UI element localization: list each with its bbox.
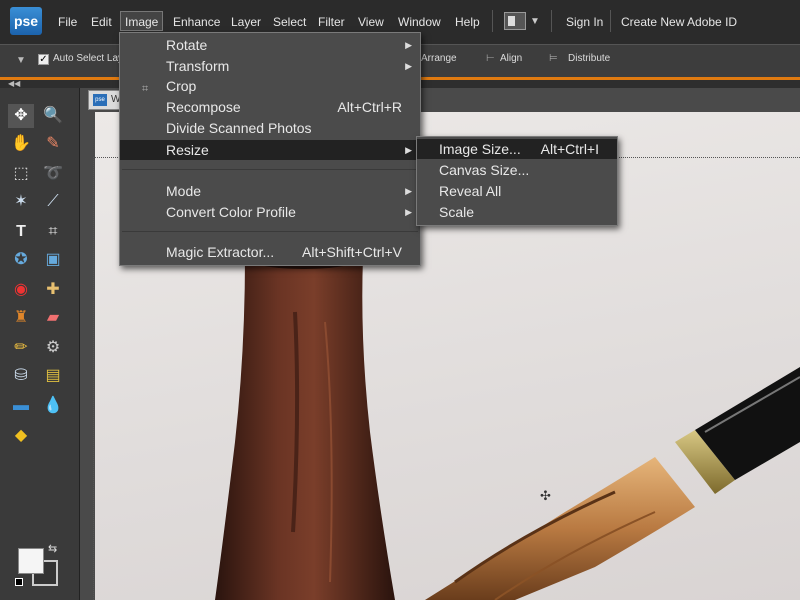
blur-tool-icon[interactable]: 💧	[40, 394, 66, 418]
magic-wand-tool-icon[interactable]: ✶	[8, 190, 34, 214]
menu-item-scale[interactable]: Scale	[417, 202, 617, 222]
resize-submenu: Image Size... Alt+Ctrl+I Canvas Size... …	[416, 136, 618, 226]
distribute-icon: ⊨	[549, 53, 558, 64]
arrange-dropdown[interactable]: Arrange	[421, 53, 457, 64]
submenu-arrow-icon: ▶	[405, 40, 412, 50]
smart-brush-tool-icon[interactable]: ⚙	[40, 336, 66, 360]
auto-select-checkbox[interactable]: ✓	[38, 54, 49, 65]
crop-icon: ⌗	[142, 83, 149, 95]
menu-item-divide-scanned-photos[interactable]: Divide Scanned Photos	[120, 118, 420, 138]
lasso-tool-icon[interactable]: ➰	[40, 162, 66, 186]
submenu-arrow-icon: ▶	[405, 186, 412, 196]
menu-item-recompose[interactable]: Recompose Alt+Ctrl+R	[120, 97, 420, 117]
brush-tool-icon[interactable]: ✏	[8, 336, 34, 360]
type-tool-icon[interactable]: T	[8, 220, 34, 244]
submenu-arrow-icon: ▶	[405, 207, 412, 217]
move-tool-icon[interactable]: ✥	[8, 104, 34, 128]
clone-stamp-tool-icon[interactable]: ♜	[8, 306, 34, 330]
menu-item-label: Transform	[166, 58, 230, 74]
sponge-tool-icon[interactable]: ◆	[8, 424, 34, 448]
menu-item-reveal-all[interactable]: Reveal All	[417, 181, 617, 201]
image-menu: Rotate ▶ Transform ▶ ⌗ Crop Recompose Al…	[119, 32, 421, 266]
menu-item-label: Canvas Size...	[439, 162, 530, 178]
quick-selection-tool-icon[interactable]: ⟋	[40, 190, 66, 214]
chevron-down-icon[interactable]: ▼	[530, 16, 540, 27]
menubar-divider	[551, 10, 552, 32]
menu-item-label: Crop	[166, 78, 197, 94]
menu-item-label: Reveal All	[439, 183, 502, 199]
menu-item-label: Convert Color Profile	[166, 204, 296, 220]
menu-separator	[122, 231, 418, 232]
selection-border-left	[93, 157, 94, 600]
cookie-cutter-tool-icon[interactable]: ✪	[8, 248, 34, 272]
menu-filter[interactable]: Filter	[318, 12, 345, 32]
crosshair-cursor-icon: ✣	[540, 488, 551, 503]
menu-view[interactable]: View	[358, 12, 384, 32]
menu-item-shortcut: Alt+Ctrl+R	[337, 99, 402, 115]
foreground-color-swatch[interactable]	[18, 548, 44, 574]
gradient-tool-icon[interactable]: ▤	[40, 364, 66, 388]
menu-item-label: Resize	[166, 142, 209, 158]
shape-tool-icon[interactable]: ▬	[8, 394, 34, 418]
menu-item-rotate[interactable]: Rotate ▶	[120, 35, 420, 55]
submenu-arrow-icon: ▶	[405, 61, 412, 71]
collapse-panel-icon[interactable]: ◀◀	[8, 79, 20, 88]
menu-item-label: Divide Scanned Photos	[166, 120, 312, 136]
document-icon: pse	[93, 94, 107, 106]
menu-edit[interactable]: Edit	[91, 12, 112, 32]
menu-enhance[interactable]: Enhance	[173, 12, 220, 32]
menu-item-canvas-size[interactable]: Canvas Size...	[417, 160, 617, 180]
layout-icon[interactable]	[504, 12, 526, 30]
create-adobe-id-link[interactable]: Create New Adobe ID	[621, 12, 737, 32]
menu-item-crop[interactable]: ⌗ Crop	[120, 76, 420, 96]
hand-tool-icon[interactable]: ✋	[8, 132, 34, 156]
menu-item-shortcut: Alt+Shift+Ctrl+V	[302, 244, 402, 260]
menu-item-transform[interactable]: Transform ▶	[120, 56, 420, 76]
red-eye-tool-icon[interactable]: ◉	[8, 278, 34, 302]
menu-layer[interactable]: Layer	[231, 12, 261, 32]
menubar-divider	[492, 10, 493, 32]
straighten-tool-icon[interactable]: ▣	[40, 248, 66, 272]
menu-item-mode[interactable]: Mode ▶	[120, 181, 420, 201]
sign-in-link[interactable]: Sign In	[566, 12, 603, 32]
paint-bucket-tool-icon[interactable]: ⛁	[8, 364, 34, 388]
menu-item-label: Magic Extractor...	[166, 244, 275, 260]
align-icon: ⊢	[486, 53, 495, 64]
menu-separator	[122, 169, 418, 170]
menu-help[interactable]: Help	[455, 12, 480, 32]
menu-item-label: Scale	[439, 204, 475, 220]
menu-item-shortcut: Alt+Ctrl+I	[540, 141, 599, 157]
eyedropper-tool-icon[interactable]: ✎	[40, 132, 66, 156]
app-logo: pse	[10, 7, 42, 35]
menu-select[interactable]: Select	[273, 12, 306, 32]
distribute-dropdown[interactable]: Distribute	[568, 53, 610, 64]
default-colors-icon[interactable]	[15, 578, 23, 586]
menu-file[interactable]: File	[58, 12, 77, 32]
crop-tool-icon[interactable]: ⌗	[40, 220, 66, 244]
align-dropdown[interactable]: Align	[500, 53, 522, 64]
eraser-tool-icon[interactable]: ▰	[40, 306, 66, 330]
menu-item-label: Mode	[166, 183, 202, 199]
marquee-tool-icon[interactable]: ⬚	[8, 162, 34, 186]
tool-preset-icon[interactable]: ▼	[16, 55, 26, 66]
healing-brush-tool-icon[interactable]: ✚	[40, 278, 66, 302]
menu-item-image-size[interactable]: Image Size... Alt+Ctrl+I	[417, 139, 617, 159]
zoom-tool-icon[interactable]: 🔍	[40, 104, 66, 128]
menu-item-label: Rotate	[166, 37, 208, 53]
menu-item-resize[interactable]: Resize ▶	[120, 140, 420, 160]
menu-item-convert-color-profile[interactable]: Convert Color Profile ▶	[120, 202, 420, 222]
menu-item-label: Recompose	[166, 99, 241, 115]
menu-image[interactable]: Image	[120, 11, 164, 31]
tools-panel: ✥ 🔍 ✋ ✎ ⬚ ➰ ✶ ⟋ T ⌗ ✪ ▣ ◉ ✚ ♜ ▰ ✏ ⚙ ⛁ ▤ …	[0, 88, 80, 600]
menu-window[interactable]: Window	[398, 12, 441, 32]
menu-item-magic-extractor[interactable]: Magic Extractor... Alt+Shift+Ctrl+V	[120, 242, 420, 262]
menu-item-label: Image Size...	[439, 141, 521, 157]
swap-colors-icon[interactable]: ⇆	[48, 542, 57, 555]
menubar-divider	[610, 10, 611, 32]
submenu-arrow-icon: ▶	[405, 145, 412, 155]
